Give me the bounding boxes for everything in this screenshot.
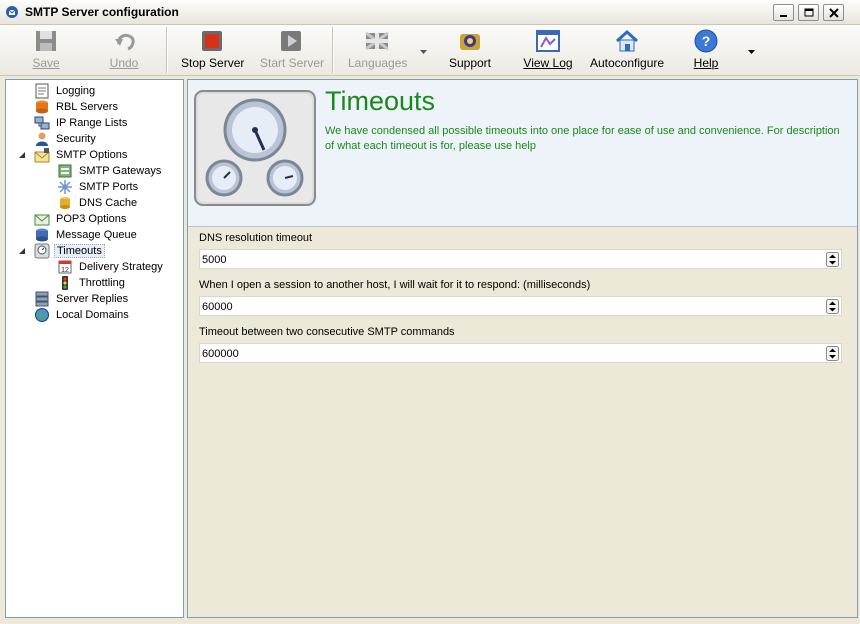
tree-item-label: SMTP Options [56,149,128,161]
support-button[interactable]: Support [446,28,494,73]
svg-text:12: 12 [61,267,69,274]
tree-item-label: RBL Servers [56,101,118,113]
command-timeout-label: Timeout between two consecutive SMTP com… [199,326,455,338]
minimize-icon [780,15,787,17]
toolbar-separator [332,27,334,73]
play-icon [281,31,301,51]
help-button[interactable]: ? Help [688,28,724,73]
autoconfigure-label: Autoconfigure [590,56,665,70]
collapse-icon[interactable] [18,151,26,159]
undo-icon [115,33,135,51]
gauge-icon [34,243,50,259]
spinner-icon[interactable] [826,299,839,314]
session-timeout-input[interactable] [202,299,822,314]
tree-item-label: Delivery Strategy [79,261,163,273]
cache-icon [60,197,70,209]
tree-item-label: Logging [56,85,96,97]
gateway-icon [58,164,72,178]
tree-item-label: Local Domains [56,309,129,321]
tree-item-label: Message Queue [56,229,137,241]
stop-server-button[interactable]: Stop Server [181,28,245,73]
close-icon [829,8,839,18]
help-icon: ? [694,29,718,53]
spinner-icon[interactable] [826,346,839,361]
log-file-icon [35,83,49,99]
window-title: SMTP Server configuration [25,5,179,19]
close-button[interactable] [823,4,844,21]
ports-icon [58,180,72,194]
undo-label: Undo [109,56,139,70]
languages-button[interactable]: Languages [348,28,408,73]
session-timeout-field[interactable] [199,296,842,316]
dns-timeout-input[interactable] [202,252,822,267]
gauges-icon [194,90,316,206]
traffic-light-icon [62,276,68,290]
dns-timeout-label: DNS resolution timeout [199,232,313,244]
flag-icon [365,31,389,51]
stop-icon [202,31,222,51]
maximize-button[interactable] [798,4,819,21]
session-timeout-label: When I open a session to another host, I… [199,279,591,291]
tree-item-label: DNS Cache [79,197,138,209]
stop-server-label: Stop Server [181,56,245,70]
mail-icon [34,214,50,226]
tree-item-label: Timeouts [54,244,105,258]
save-button[interactable]: Save [26,28,66,73]
tree-item-label: IP Range Lists [56,117,128,129]
network-icon [34,116,50,130]
globe-icon [35,308,49,322]
panel-header: Timeouts We have condensed all possible … [188,80,857,227]
chevron-down-icon[interactable] [748,50,755,54]
autoconfigure-button[interactable]: Autoconfigure [590,28,664,73]
undo-button[interactable]: Undo [104,28,144,73]
home-icon [615,29,639,52]
start-server-button[interactable]: Start Server [260,28,325,73]
minimize-button[interactable] [773,4,794,21]
tree-item-label: SMTP Ports [79,181,139,193]
collapse-icon[interactable] [18,247,26,255]
languages-label: Languages [348,56,408,70]
log-window-icon [536,30,560,52]
queue-icon [36,228,48,242]
calendar-icon: 12 [58,260,72,274]
command-timeout-field[interactable] [199,343,842,363]
database-icon [36,100,48,114]
start-server-label: Start Server [260,56,325,70]
title-bar: SMTP Server configuration [0,0,860,25]
floppy-disk-icon [36,31,56,51]
tree-item-label: POP3 Options [56,213,127,225]
user-icon [36,132,48,146]
toolbar-separator [166,27,168,73]
page-description: We have condensed all possible timeouts … [325,125,840,152]
save-label: Save [32,56,60,70]
support-label: Support [448,56,492,70]
tree-item-label: Security [56,133,96,145]
maximize-icon [804,8,814,17]
dns-timeout-field[interactable] [199,249,842,269]
tree-item-label: Server Replies [56,293,129,305]
app-icon [6,6,18,18]
help-label: Help [693,56,719,70]
svg-text:?: ? [702,33,711,49]
view-log-button[interactable]: View Log [522,28,574,73]
page-title: Timeouts [325,86,436,116]
timeouts-panel: Timeouts We have condensed all possible … [187,79,858,618]
support-icon [460,34,480,50]
tree-item-label: SMTP Gateways [79,165,162,177]
mail-lock-icon [34,148,50,163]
tree-item-label: Throttling [79,277,125,289]
command-timeout-input[interactable] [202,346,822,361]
chevron-down-icon[interactable] [420,50,427,54]
server-icon [35,291,49,307]
toolbar: Save Undo Stop Server Start Server Langu… [0,25,860,76]
settings-tree: Logging RBL Servers IP Range Lists Secur… [5,79,184,618]
view-log-label: View Log [523,56,573,70]
spinner-icon[interactable] [826,252,839,267]
